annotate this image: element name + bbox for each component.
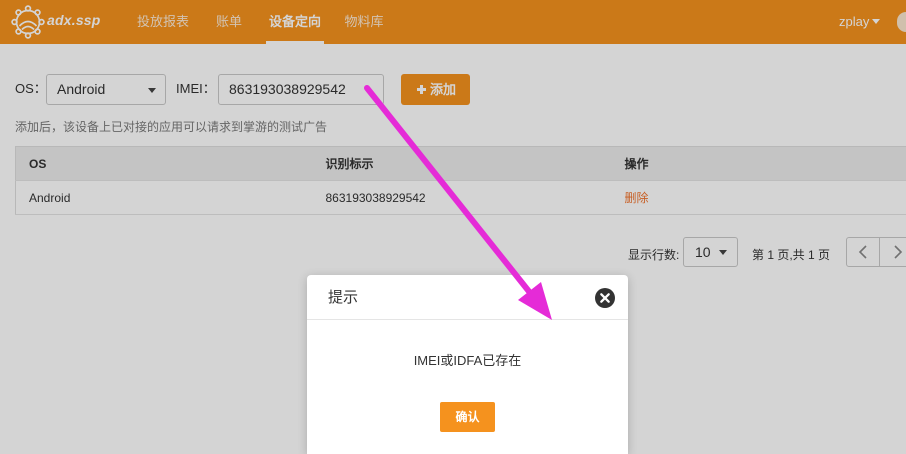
confirm-button[interactable]: 确认 [440, 402, 495, 432]
alert-dialog: 提示 IMEI或IDFA已存在 确认 [307, 275, 628, 454]
dialog-title: 提示 [328, 289, 359, 306]
dialog-header: 提示 [307, 275, 628, 320]
dialog-message: IMEI或IDFA已存在 [413, 353, 522, 368]
close-icon[interactable] [595, 288, 615, 308]
